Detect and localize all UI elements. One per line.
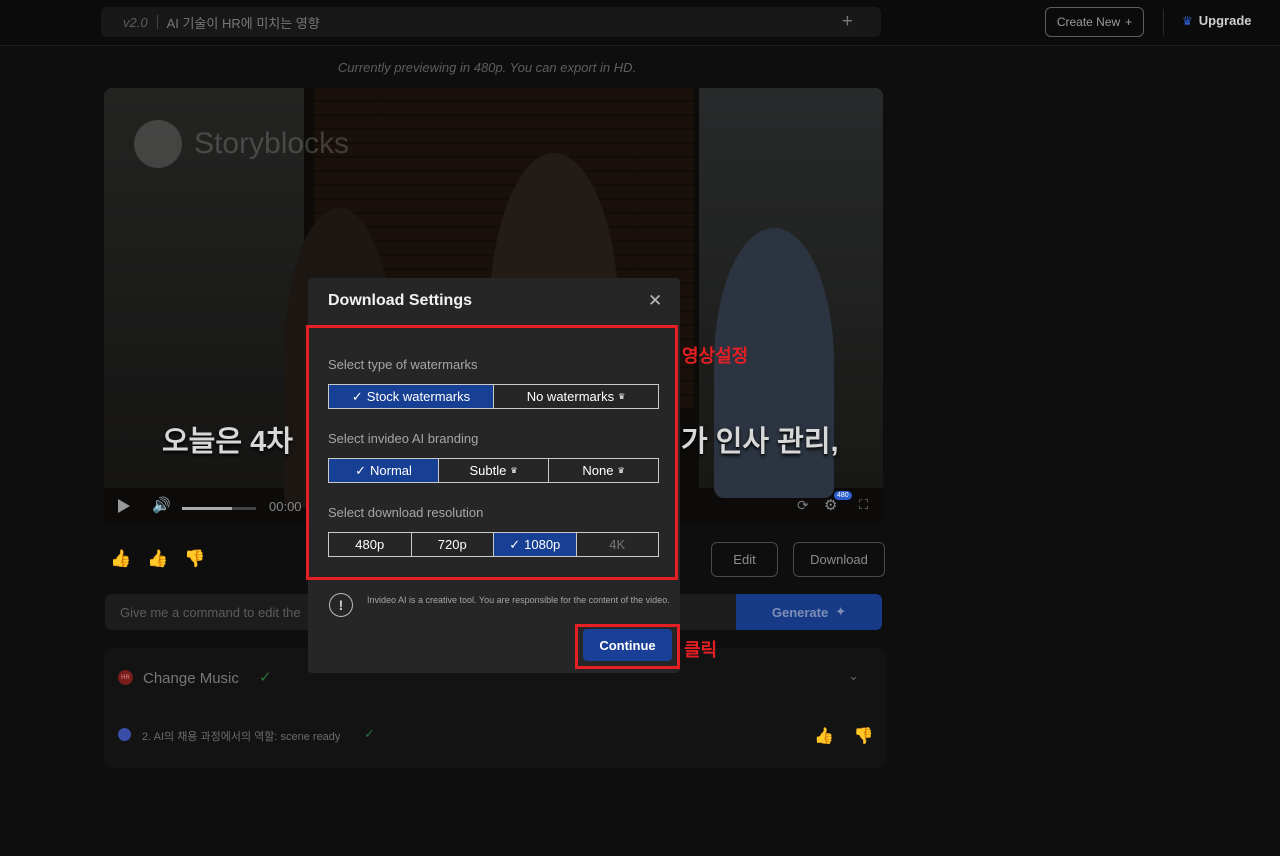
scene-status-icon xyxy=(118,728,131,741)
project-title-bar[interactable]: v2.0 AI 기술이 HR에 미치는 영향 + xyxy=(101,7,881,37)
settings-highlight-box xyxy=(306,325,678,580)
version-label: v2.0 xyxy=(123,14,148,30)
chevron-down-icon[interactable]: ⌄ xyxy=(848,668,859,684)
change-music-label: Change Music xyxy=(143,670,239,687)
storyblocks-watermark: Storyblocks xyxy=(134,120,349,168)
volume-slider-fill xyxy=(182,507,233,510)
create-new-label: Create New xyxy=(1056,15,1121,29)
info-icon: ! xyxy=(329,593,353,617)
close-icon[interactable]: ✕ xyxy=(648,291,662,311)
divider xyxy=(156,15,158,29)
info-text: Invideo AI is a creative tool. You are r… xyxy=(367,595,670,605)
quality-badge: 480 xyxy=(834,491,852,500)
double-thumbs-up-icon[interactable]: 👍 xyxy=(110,549,131,569)
thumbs-down-icon[interactable]: 👎 xyxy=(854,726,874,746)
continue-highlight-box xyxy=(575,624,680,669)
check-icon: ✓ xyxy=(364,726,375,741)
fullscreen-icon[interactable]: ⛶ xyxy=(859,497,868,513)
click-annotation: 클릭 xyxy=(684,640,718,660)
project-title[interactable]: AI 기술이 HR에 미치는 영향 xyxy=(167,13,320,32)
divider xyxy=(1163,9,1164,35)
top-bar: v2.0 AI 기술이 HR에 미치는 영향 + Create New + ♛ … xyxy=(0,0,1280,46)
download-button[interactable]: Download xyxy=(793,542,885,577)
hr-avatar-icon: HR xyxy=(118,670,133,685)
volume-slider[interactable] xyxy=(182,507,256,510)
panel-feedback-icons: 👍 👎 xyxy=(814,726,874,746)
edit-button[interactable]: Edit xyxy=(711,542,778,577)
loop-icon[interactable]: ⟳ xyxy=(797,497,809,514)
subtitle-left: 오늘은 4차 xyxy=(162,426,293,458)
watermark-text: Storyblocks xyxy=(194,127,350,160)
thumbs-up-icon[interactable]: 👍 xyxy=(147,549,168,569)
storyblocks-logo-icon xyxy=(134,120,182,168)
create-new-button[interactable]: Create New + xyxy=(1045,7,1144,37)
plus-icon: + xyxy=(1125,15,1133,29)
time-display: 00:00 xyxy=(269,499,302,514)
plus-icon[interactable]: + xyxy=(842,11,853,33)
generate-button[interactable]: Generate ✦ xyxy=(736,594,882,630)
generate-label: Generate xyxy=(771,604,829,620)
feedback-icons: 👍 👍 👎 xyxy=(110,549,206,569)
crown-icon: ♛ xyxy=(1182,13,1193,28)
modal-title: Download Settings xyxy=(328,292,472,309)
thumbs-up-icon[interactable]: 👍 xyxy=(814,726,834,746)
settings-annotation: 영상설정 xyxy=(682,346,749,366)
scene-status-label: 2. AI의 채용 과정에서의 역할: scene ready xyxy=(142,731,341,743)
thumbs-down-icon[interactable]: 👎 xyxy=(184,549,205,569)
check-icon: ✓ xyxy=(259,669,272,686)
subtitle-right: 가 인사 관리, xyxy=(681,426,839,458)
volume-icon[interactable]: 🔊 xyxy=(152,496,171,514)
sparkle-icon: ✦ xyxy=(835,604,847,619)
upgrade-label: Upgrade xyxy=(1198,13,1252,28)
upgrade-button[interactable]: ♛ Upgrade xyxy=(1182,13,1252,28)
play-icon[interactable] xyxy=(118,499,130,513)
preview-note: Currently previewing in 480p. You can ex… xyxy=(337,60,637,75)
